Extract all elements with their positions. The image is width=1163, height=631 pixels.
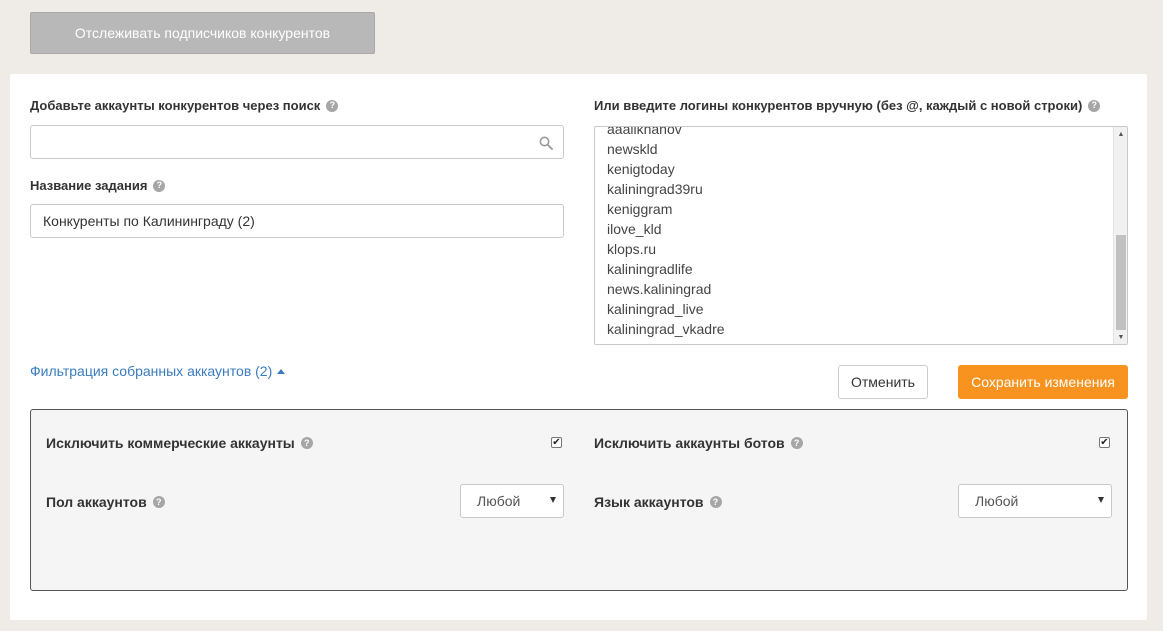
help-icon[interactable]: ? — [152, 496, 165, 508]
help-icon[interactable]: ? — [1088, 99, 1101, 112]
task-name-input[interactable]: Конкуренты по Калининграду (2) — [30, 204, 564, 238]
exclude-commercial-row: Исключить коммерческие аккаунты ? — [46, 435, 313, 451]
login-line: kaliningrad39ru — [607, 181, 703, 197]
filter-toggle-link[interactable]: Фильтрация собранных аккаунтов (2) — [30, 363, 286, 379]
login-line: news.kaliningrad — [607, 281, 712, 297]
login-line: aaalikhanov — [607, 126, 682, 137]
login-line: kaliningrad_vkadre — [607, 321, 725, 337]
gender-selected: Любой — [477, 493, 521, 509]
chevron-down-icon — [1098, 497, 1104, 503]
check-icon: ✔ — [1100, 437, 1109, 448]
language-label: Язык аккаунтов — [594, 494, 704, 510]
gender-label: Пол аккаунтов — [46, 494, 147, 510]
login-line: ilove_kld — [607, 221, 662, 237]
gender-row: Пол аккаунтов ? — [46, 494, 165, 510]
check-icon: ✔ — [552, 437, 561, 448]
exclude-bots-label: Исключить аккаунты ботов — [594, 435, 785, 451]
exclude-bots-row: Исключить аккаунты ботов ? — [594, 435, 803, 451]
filter-toggle-label: Фильтрация собранных аккаунтов (2) — [30, 363, 273, 379]
help-icon[interactable]: ? — [326, 99, 339, 112]
login-line: kaliningradlife — [607, 261, 693, 277]
login-line: kaliningrad_live — [607, 301, 704, 317]
track-competitors-button[interactable]: Отслеживать подписчиков конкурентов — [30, 12, 375, 54]
manual-logins-lines: aaalikhanov newskld kenigtoday kaliningrad3… — [607, 126, 725, 339]
filter-panel: Исключить коммерческие аккаунты ? ✔ Искл… — [30, 409, 1128, 591]
gender-select[interactable]: Любой — [460, 484, 564, 518]
cancel-button[interactable]: Отменить — [838, 365, 928, 399]
task-name-label-row: Название задания ? — [30, 178, 166, 193]
search-label-row: Добавьте аккаунты конкурентов через поис… — [30, 98, 339, 113]
language-select[interactable]: Любой — [958, 484, 1112, 518]
competitor-search-input[interactable] — [30, 125, 564, 159]
help-icon[interactable]: ? — [709, 496, 722, 508]
manual-logins-textarea[interactable]: aaalikhanov newskld kenigtoday kaliningrad3… — [594, 126, 1128, 345]
manual-logins-label-row: Или введите логины конкурентов вручную (… — [594, 98, 1101, 113]
task-name-value: Конкуренты по Калининграду (2) — [43, 213, 255, 229]
exclude-commercial-checkbox[interactable]: ✔ — [551, 437, 562, 448]
exclude-bots-checkbox[interactable]: ✔ — [1099, 437, 1110, 448]
login-line: newskld — [607, 141, 658, 157]
login-line: keniggram — [607, 201, 673, 217]
competitors-panel: Добавьте аккаунты конкурентов через поис… — [10, 74, 1147, 620]
scroll-thumb[interactable] — [1116, 235, 1126, 330]
language-selected: Любой — [975, 493, 1019, 509]
help-icon[interactable]: ? — [153, 179, 166, 192]
search-icon[interactable] — [539, 136, 553, 150]
search-label: Добавьте аккаунты конкурентов через поис… — [30, 98, 321, 113]
exclude-commercial-label: Исключить коммерческие аккаунты — [46, 435, 295, 451]
caret-up-icon — [277, 368, 286, 374]
login-line: klops.ru — [607, 241, 657, 257]
help-icon[interactable]: ? — [300, 437, 313, 449]
save-changes-button[interactable]: Сохранить изменения — [958, 365, 1128, 399]
manual-logins-label: Или введите логины конкурентов вручную (… — [594, 98, 1083, 113]
task-name-label: Название задания — [30, 178, 148, 193]
chevron-down-icon — [550, 497, 556, 503]
scroll-up-icon[interactable]: ▲ — [1114, 127, 1127, 141]
help-icon[interactable]: ? — [790, 437, 803, 449]
language-row: Язык аккаунтов ? — [594, 494, 722, 510]
login-line: kenigtoday — [607, 161, 675, 177]
scroll-down-icon[interactable]: ▼ — [1114, 330, 1127, 344]
textarea-scrollbar[interactable]: ▲ ▼ — [1113, 127, 1127, 344]
